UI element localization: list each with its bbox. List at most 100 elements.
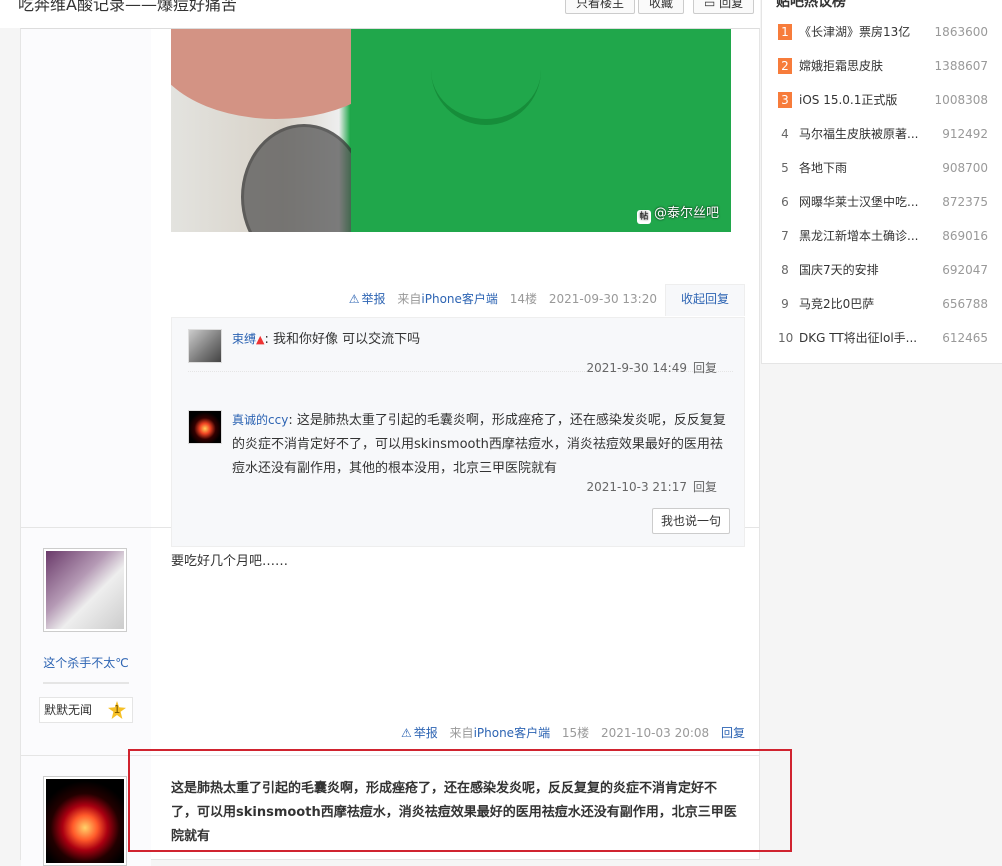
reply-link[interactable]: 回复 (693, 480, 717, 494)
lzl-reply-text: 束缚▲: 我和你好像 可以交流下吗 (232, 327, 732, 352)
client-prefix: 来自 (397, 292, 422, 306)
post-author-column (21, 756, 151, 866)
avatar[interactable] (188, 410, 222, 444)
reply-link[interactable]: 回复 (693, 361, 717, 375)
hot-topic-count: 612465 (942, 331, 988, 345)
report-link[interactable]: 举报 (349, 292, 386, 306)
only-op-button[interactable]: 只看楼主 (565, 0, 636, 14)
hot-topic-rank: 6 (781, 195, 789, 209)
level-title: 默默无闻 (44, 703, 93, 717)
reply-username[interactable]: 真诚的ccy (232, 413, 288, 427)
hot-topic-item[interactable]: 3 iOS 15.0.1正式版 1008308 (778, 83, 988, 117)
image-fan-region (241, 124, 367, 232)
post-content: 这是肺热太重了引起的毛囊炎啊，形成痤疮了，还在感染发炎呢，反反复复的炎症不消肯定… (171, 781, 737, 844)
avatar-image (46, 551, 124, 629)
hot-topic-count: 1863600 (934, 25, 988, 39)
hot-topic-title[interactable]: 各地下雨 (799, 151, 929, 185)
post-time: 2021-09-30 13:20 (548, 292, 657, 306)
hot-topic-count: 872375 (942, 195, 988, 209)
hot-topic-item[interactable]: 1 《长津湖》票房13亿 1863600 (778, 15, 988, 49)
hot-topic-item[interactable]: 10 DKG TT将出征lol手... 612465 (778, 321, 988, 355)
hot-topic-item[interactable]: 9 马竞2比0巴萨 656788 (778, 287, 988, 321)
lzl-reply-panel: 束缚▲: 我和你好像 可以交流下吗 2021-9-30 14:49 回复 真诚的c… (171, 317, 745, 547)
hot-topic-item[interactable]: 5 各地下雨 908700 (778, 151, 988, 185)
hot-topic-title[interactable]: 《长津湖》票房13亿 (799, 15, 929, 49)
reply-time: 2021-10-3 21:17 (586, 480, 687, 494)
post-content: 要吃好几个月吧…… (171, 554, 289, 569)
hot-topic-item[interactable]: 2 嫦娥拒霜思皮肤 1388607 (778, 49, 988, 83)
hot-topic-rank: 2 (778, 58, 792, 74)
reply-top-label: 回复 (719, 0, 744, 10)
hot-topic-rank: 5 (781, 161, 789, 175)
reply-time: 2021-9-30 14:49 (586, 361, 687, 375)
client-link[interactable]: iPhone客户端 (474, 726, 551, 740)
hot-topic-item[interactable]: 6 网曝华莱士汉堡中吃... 872375 (778, 185, 988, 219)
hot-topic-count: 908700 (942, 161, 988, 175)
hot-topic-count: 1388607 (934, 59, 988, 73)
thread-header: 吃奔维A酸记录——爆痘好痛苦 只看楼主 收藏 ▭ 回复 (0, 0, 760, 28)
hot-topic-title[interactable]: 网曝华莱士汉堡中吃... (799, 185, 929, 219)
lzl-reply-item: 真诚的ccy: 这是肺热太重了引起的毛囊炎啊，形成痤疮了，还在感染发炎呢，反反复… (188, 408, 733, 500)
hot-topic-title[interactable]: DKG TT将出征lol手... (799, 321, 929, 355)
lzl-reply-text: 真诚的ccy: 这是肺热太重了引起的毛囊炎啊，形成痤疮了，还在感染发炎呢，反反复… (232, 408, 732, 481)
floor-number: 14楼 (509, 292, 538, 306)
report-link[interactable]: 举报 (401, 726, 438, 740)
hot-topics-sidebar: 贴吧热议榜 1 《长津湖》票房13亿 1863600 2 嫦娥拒霜思皮肤 1388607 3… (761, 0, 1002, 364)
avatar[interactable] (188, 329, 222, 363)
reply-username[interactable]: 束缚 (232, 332, 256, 346)
avatar-image (46, 779, 124, 863)
hot-topic-rank: 8 (781, 263, 789, 277)
hot-topic-item[interactable]: 8 国庆7天的安排 692047 (778, 253, 988, 287)
lzl-reply-item: 束缚▲: 我和你好像 可以交流下吗 2021-9-30 14:49 回复 (188, 327, 733, 375)
hot-topic-rank: 9 (781, 297, 789, 311)
thread-title: 吃奔维A酸记录——爆痘好痛苦 (18, 0, 237, 14)
reply-content: : 这是肺热太重了引起的毛囊炎啊，形成痤疮了，还在感染发炎呢，反反复复的炎症不消… (232, 413, 726, 476)
image-watermark: 帖 @泰尔丝吧 (636, 202, 719, 224)
sidebar-title: 贴吧热议榜 (776, 0, 846, 10)
client-link[interactable]: iPhone客户端 (421, 292, 498, 306)
post-author-column: 这个杀手不太℃ 默默无闻 1 (21, 528, 151, 755)
hot-topic-title[interactable]: 马竞2比0巴萨 (799, 287, 929, 321)
hot-topic-title[interactable]: iOS 15.0.1正式版 (799, 83, 929, 117)
hot-topic-count: 692047 (942, 263, 988, 277)
post-author-column (21, 29, 151, 527)
user-avatar[interactable] (43, 776, 127, 866)
tieba-logo-icon: 帖 (636, 210, 651, 224)
reply-top-button[interactable]: ▭ 回复 (693, 0, 755, 14)
hot-topic-title[interactable]: 国庆7天的安排 (799, 253, 929, 287)
floor-number: 15楼 (561, 726, 590, 740)
client-prefix: 来自 (449, 726, 474, 740)
hot-topic-count: 869016 (942, 229, 988, 243)
post-image[interactable]: 帖 @泰尔丝吧 (171, 29, 731, 232)
comment-icon: ▭ (704, 0, 716, 10)
level-star-icon: 1 (108, 701, 126, 719)
hot-topic-count: 1008308 (934, 93, 988, 107)
post-meta-15: 举报 来自iPhone客户端 15楼 2021-10-03 20:08 回复 (401, 724, 745, 741)
level-bar (43, 682, 129, 684)
watermark-text: @泰尔丝吧 (653, 206, 719, 221)
hot-topic-title[interactable]: 马尔福生皮肤被原著... (799, 117, 929, 151)
reply-content: : 我和你好像 可以交流下吗 (264, 332, 421, 347)
hot-topic-count: 656788 (942, 297, 988, 311)
thread-main: 帖@泰尔丝吧 举报 来自iPhone客户端 14楼 2021-09-30 13:… (20, 28, 760, 866)
reply-link[interactable]: 回复 (721, 726, 745, 740)
collect-button[interactable]: 收藏 (638, 0, 685, 14)
collapse-replies-tab[interactable]: 收起回复 (665, 284, 745, 316)
post-meta-14: 举报 来自iPhone客户端 14楼 2021-09-30 13:20 (349, 290, 657, 307)
hot-topic-rank: 7 (781, 229, 789, 243)
hot-topic-item[interactable]: 4 马尔福生皮肤被原著... 912492 (778, 117, 988, 151)
post-floor-16: 这是肺热太重了引起的毛囊炎啊，形成痤疮了，还在感染发炎呢，反反复复的炎症不消肯定… (21, 756, 759, 866)
reply-meta: 2021-10-3 21:17 回复 (580, 478, 717, 495)
hot-topic-item[interactable]: 7 黑龙江新增本土确诊... 869016 (778, 219, 988, 253)
reply-meta: 2021-9-30 14:49 回复 (580, 359, 717, 376)
hot-topic-title[interactable]: 嫦娥拒霜思皮肤 (799, 49, 929, 83)
collapse-replies-link[interactable]: 收起回复 (681, 292, 729, 306)
hot-topic-rank: 4 (781, 127, 789, 141)
user-avatar[interactable] (43, 548, 127, 632)
user-level-badge[interactable]: 默默无闻 1 (39, 697, 133, 723)
post-floor-14: 帖@泰尔丝吧 举报 来自iPhone客户端 14楼 2021-09-30 13:… (21, 29, 759, 547)
post-floor-15: 这个杀手不太℃ 默默无闻 1 要吃好几个月吧…… 举报 来自iPhone客户端 1… (21, 528, 759, 756)
hot-topic-rank: 10 (778, 331, 794, 345)
username[interactable]: 这个杀手不太℃ (21, 654, 151, 671)
hot-topic-title[interactable]: 黑龙江新增本土确诊... (799, 219, 929, 253)
